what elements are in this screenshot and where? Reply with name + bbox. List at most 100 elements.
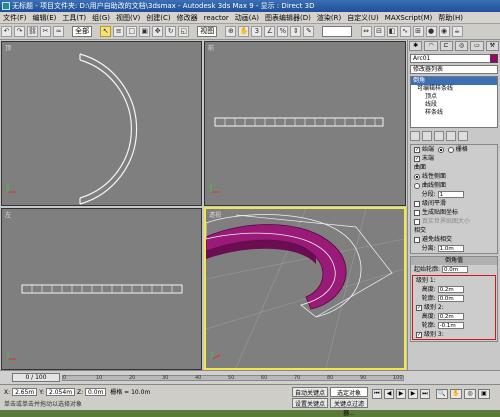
menu-item[interactable]: MAXScript(M): [382, 12, 435, 23]
cap-start-checkbox[interactable]: ✓: [414, 146, 420, 153]
utilities-tab-icon[interactable]: ⚒: [485, 41, 499, 51]
create-tab-icon[interactable]: ✱: [409, 41, 423, 51]
maximize-viewport-icon[interactable]: ▣: [478, 389, 490, 399]
menu-item[interactable]: 工具(T): [59, 12, 89, 23]
linear-sides-radio[interactable]: [414, 173, 420, 180]
render-setup-icon[interactable]: ◉: [438, 26, 450, 37]
undo-icon[interactable]: ↶: [1, 26, 12, 37]
named-sel-icon[interactable]: ✎: [303, 26, 315, 37]
next-frame-icon[interactable]: ▶: [408, 389, 418, 399]
viewport-top[interactable]: 顶: [1, 41, 202, 206]
x-field[interactable]: 2.65m: [12, 388, 38, 396]
stack-item-editable-spline[interactable]: 可编辑样条线: [411, 85, 497, 93]
pivot-icon[interactable]: ⊕: [225, 26, 237, 37]
named-selection-set[interactable]: [322, 26, 353, 37]
keep-lines-checkbox[interactable]: [414, 236, 420, 243]
l2-outline-spinner[interactable]: -0.1m: [437, 322, 464, 329]
l1-outline-spinner[interactable]: 0.0m: [437, 295, 464, 302]
object-color-swatch[interactable]: [490, 54, 498, 63]
menu-item[interactable]: 帮助(H): [435, 12, 466, 23]
configure-sets-icon[interactable]: [458, 131, 468, 141]
menu-item[interactable]: 自定义(U): [344, 12, 382, 23]
window-crossing-icon[interactable]: ▣: [139, 26, 151, 37]
link-icon[interactable]: ⛓: [27, 26, 38, 37]
curve-editor-icon[interactable]: ∿: [399, 26, 411, 37]
play-icon[interactable]: ▶: [396, 389, 406, 399]
menu-item[interactable]: 渲染(R): [314, 12, 344, 23]
viewport-perspective[interactable]: 透视: [204, 207, 406, 370]
cap-morph-radio[interactable]: [437, 146, 444, 153]
menu-item[interactable]: 视图(V): [113, 12, 143, 23]
menu-item[interactable]: 组(G): [89, 12, 113, 23]
modifier-list-dropdown[interactable]: 修改器列表: [410, 65, 498, 74]
selection-filter-dropdown[interactable]: 全部: [72, 26, 93, 37]
spinner-snap-icon[interactable]: ⇕: [290, 26, 302, 37]
level2-checkbox[interactable]: ✓: [416, 304, 422, 311]
set-key-button[interactable]: 设置关键点: [292, 398, 328, 408]
bevel-values-title[interactable]: 倒角值: [411, 257, 497, 265]
hierarchy-tab-icon[interactable]: ⊏: [439, 41, 453, 51]
stack-item-bevel[interactable]: 倒角: [411, 77, 497, 85]
zoom-icon[interactable]: 🔍: [436, 389, 448, 399]
bind-spacewarp-icon[interactable]: ≈: [53, 26, 64, 37]
mapping-checkbox[interactable]: [414, 209, 420, 216]
scale-icon[interactable]: ◱: [178, 26, 190, 37]
auto-key-button[interactable]: 自动关键点: [292, 387, 328, 397]
viewport-front[interactable]: 前: [204, 41, 406, 206]
align-icon[interactable]: ⊟: [373, 26, 385, 37]
object-name-field[interactable]: Arc01: [410, 54, 498, 63]
l2-height-spinner[interactable]: 0.2m: [437, 313, 464, 320]
menu-item[interactable]: 创建(C): [143, 12, 173, 23]
track-bar[interactable]: 0 10 20 30 40 50 60 70 80 90 100: [62, 375, 404, 381]
rotate-icon[interactable]: ↻: [165, 26, 177, 37]
l1-height-spinner[interactable]: 0.2m: [437, 286, 464, 293]
material-editor-icon[interactable]: ●: [425, 26, 437, 37]
cap-grid-radio[interactable]: [447, 146, 454, 153]
snap-icon[interactable]: 3: [251, 26, 263, 37]
menu-item[interactable]: 动画(A): [232, 12, 262, 23]
menu-item[interactable]: 图表编辑器(D): [262, 12, 314, 23]
curved-sides-radio[interactable]: [414, 182, 420, 189]
manipulate-icon[interactable]: ✋: [238, 26, 250, 37]
show-end-result-icon[interactable]: [422, 131, 432, 141]
schematic-icon[interactable]: ⊞: [412, 26, 424, 37]
remove-modifier-icon[interactable]: [446, 131, 456, 141]
start-outline-spinner[interactable]: 0.0m: [441, 266, 468, 273]
menu-item[interactable]: 编辑(E): [30, 12, 60, 23]
modify-tab-icon[interactable]: ◠: [424, 41, 438, 51]
select-object-icon[interactable]: ↖: [100, 26, 112, 37]
pin-stack-icon[interactable]: [410, 131, 420, 141]
time-slider[interactable]: 0 / 100: [12, 373, 60, 382]
mirror-icon[interactable]: ⇔: [360, 26, 372, 37]
redo-icon[interactable]: ↷: [14, 26, 25, 37]
ref-coord-dropdown[interactable]: 视图: [197, 26, 218, 37]
angle-snap-icon[interactable]: ∠: [264, 26, 276, 37]
pan-icon[interactable]: ✋: [450, 389, 462, 399]
select-by-name-icon[interactable]: ≡: [113, 26, 125, 37]
viewport-left[interactable]: 左: [1, 208, 202, 370]
make-unique-icon[interactable]: [434, 131, 444, 141]
level3-checkbox[interactable]: ✓: [416, 331, 422, 338]
y-field[interactable]: 2.054m: [46, 388, 76, 396]
stack-item-spline[interactable]: 样条线: [411, 109, 497, 117]
move-icon[interactable]: ✥: [152, 26, 164, 37]
orbit-icon[interactable]: ◎: [464, 389, 476, 399]
percent-snap-icon[interactable]: %: [277, 26, 289, 37]
menu-item[interactable]: 修改器: [174, 12, 201, 23]
unlink-icon[interactable]: ✂: [40, 26, 51, 37]
stack-item-vertex[interactable]: 顶点: [411, 93, 497, 101]
menu-item[interactable]: 文件(F): [0, 12, 30, 23]
render-icon[interactable]: ☕: [451, 26, 463, 37]
z-field[interactable]: 0.0m: [85, 388, 107, 396]
cap-end-checkbox[interactable]: ✓: [414, 155, 420, 162]
stack-item-segment[interactable]: 线段: [411, 101, 497, 109]
display-tab-icon[interactable]: ▭: [470, 41, 484, 51]
motion-tab-icon[interactable]: ◎: [454, 41, 469, 51]
key-mode-dropdown[interactable]: 选定对象: [330, 387, 368, 397]
rect-region-icon[interactable]: □: [126, 26, 138, 37]
modifier-stack[interactable]: 倒角 可编辑样条线 顶点 线段 样条线: [410, 76, 498, 128]
goto-end-icon[interactable]: ⏭: [420, 389, 430, 399]
goto-start-icon[interactable]: ⏮: [372, 389, 382, 399]
menu-item[interactable]: reactor: [201, 12, 232, 23]
real-world-checkbox[interactable]: [414, 218, 420, 225]
